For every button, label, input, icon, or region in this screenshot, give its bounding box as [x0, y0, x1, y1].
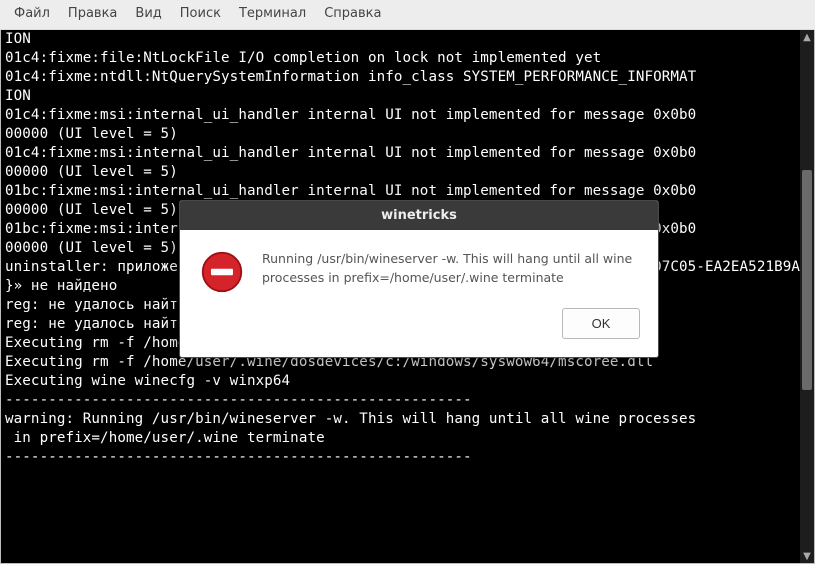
terminal-window: ION 01c4:fixme:file:NtLockFile I/O compl…	[0, 30, 815, 564]
terminal-line: }» не найдено	[5, 278, 117, 294]
scrollbar-up-icon[interactable]: ▲	[800, 30, 814, 44]
terminal-line: ION	[5, 31, 31, 47]
menu-file[interactable]: Файл	[14, 6, 50, 21]
terminal-line: in prefix=/home/user/.wine terminate	[5, 430, 325, 446]
terminal-line: 01bc:fixme:msi:internal_ui_handler inter…	[5, 183, 696, 199]
terminal-line: ION	[5, 88, 31, 104]
menu-terminal[interactable]: Терминал	[239, 6, 306, 21]
dialog-message: Running /usr/bin/wineserver -w. This wil…	[262, 250, 636, 294]
menu-search[interactable]: Поиск	[180, 6, 221, 21]
terminal-line: 00000 (UI level = 5)	[5, 202, 178, 218]
dialog-title[interactable]: winetricks	[180, 201, 658, 230]
winetricks-dialog: winetricks Running /usr/bin/wineserver -…	[179, 200, 659, 358]
terminal-line: 00000 (UI level = 5)	[5, 126, 178, 142]
error-stop-icon	[200, 250, 244, 294]
scrollbar-thumb[interactable]	[802, 170, 812, 390]
terminal-scrollbar[interactable]: ▲ ▼	[800, 30, 814, 563]
terminal-line: 01c4:fixme:ntdll:NtQuerySystemInformatio…	[5, 69, 696, 85]
terminal-line: ----------------------------------------…	[5, 449, 472, 465]
menu-edit[interactable]: Правка	[68, 6, 117, 21]
terminal-line: 00000 (UI level = 5)	[5, 240, 178, 256]
menu-view[interactable]: Вид	[135, 6, 161, 21]
scrollbar-down-icon[interactable]: ▼	[800, 549, 814, 563]
menubar: Файл Правка Вид Поиск Терминал Справка	[0, 0, 815, 30]
terminal-line: 01c4:fixme:file:NtLockFile I/O completio…	[5, 50, 601, 66]
terminal-line: ----------------------------------------…	[5, 392, 472, 408]
ok-button[interactable]: OK	[562, 308, 640, 339]
menu-help[interactable]: Справка	[324, 6, 381, 21]
terminal-line: Executing wine winecfg -v winxp64	[5, 373, 290, 389]
terminal-line: 01c4:fixme:msi:internal_ui_handler inter…	[5, 145, 696, 161]
terminal-line: warning: Running /usr/bin/wineserver -w.…	[5, 411, 696, 427]
terminal-line: 01c4:fixme:msi:internal_ui_handler inter…	[5, 107, 696, 123]
terminal-line: 00000 (UI level = 5)	[5, 164, 178, 180]
